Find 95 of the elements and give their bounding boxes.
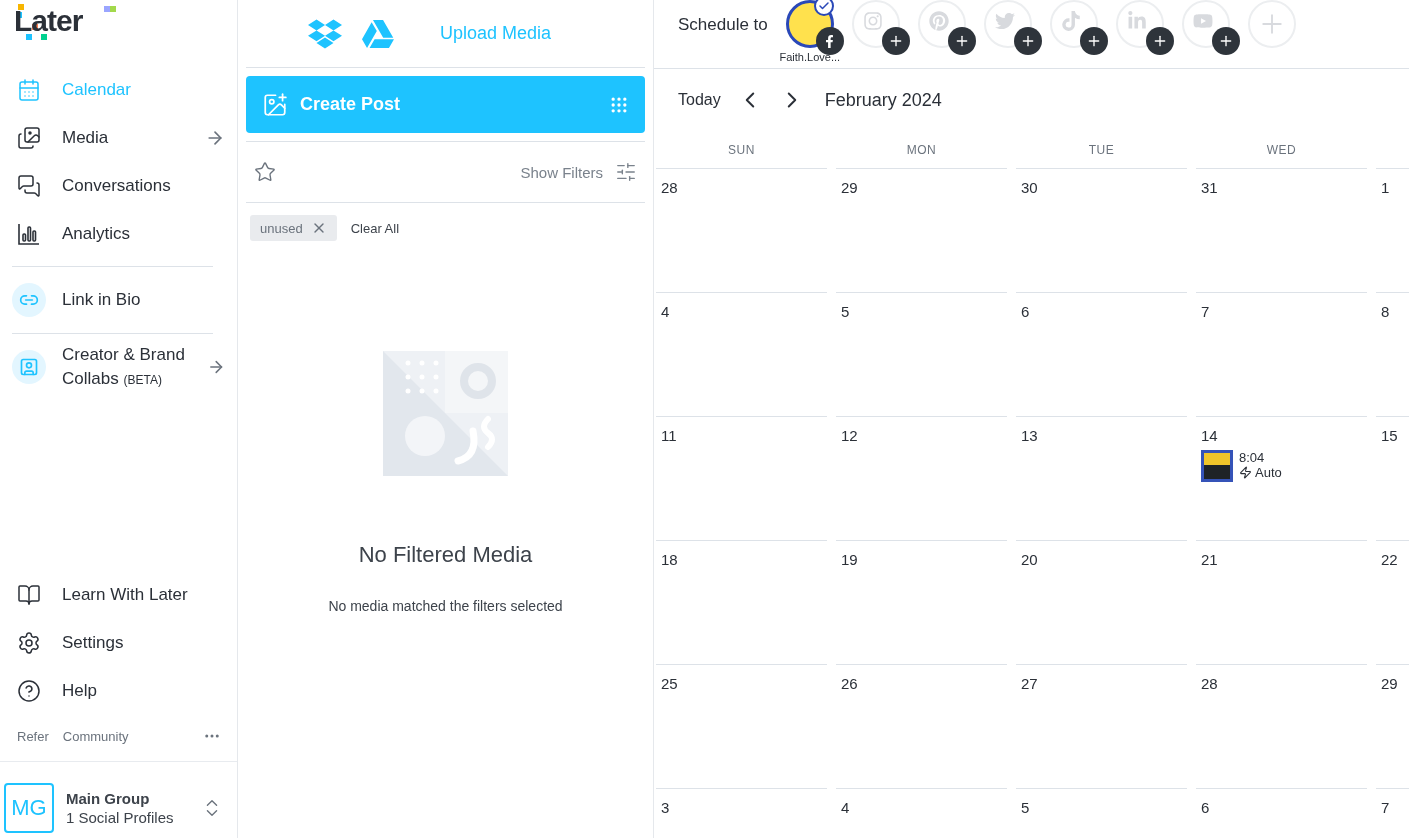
nav-item[interactable]: Link in Bio — [12, 275, 225, 325]
date-number: 13 — [1021, 427, 1038, 444]
month-title: February 2024 — [824, 89, 942, 111]
nav-icon — [16, 125, 42, 151]
post-thumbnail — [1201, 450, 1233, 482]
date-number: 12 — [841, 427, 858, 444]
weekday-label: MON — [906, 142, 937, 157]
youtube-profile-drawing[interactable] — [1181, 0, 1239, 56]
date-number: 22 — [1381, 551, 1398, 568]
plus-icon — [881, 27, 910, 55]
date-number: 30 — [1021, 179, 1038, 196]
date-number: 28 — [661, 179, 678, 196]
nav-icon — [16, 173, 42, 199]
feature-icon — [12, 283, 46, 317]
sliders-icon — [615, 161, 637, 183]
date-number: 20 — [1021, 551, 1038, 568]
date-number: 7 — [1201, 303, 1210, 320]
date-number: 26 — [841, 675, 858, 692]
plus-icon — [1013, 27, 1042, 55]
date-number: 6 — [1201, 799, 1210, 816]
tiktok-profile-drawing[interactable] — [1049, 0, 1107, 56]
instagram-icon — [862, 11, 883, 31]
nav-icon — [16, 678, 42, 704]
date-number: 31 — [1201, 179, 1218, 196]
show-filters-button[interactable]: Show Filters — [520, 161, 637, 183]
footer-link[interactable]: Refer — [17, 728, 49, 744]
date-number: 5 — [1021, 799, 1030, 816]
date-number: 15 — [1381, 427, 1398, 444]
date-number: 27 — [1021, 675, 1038, 692]
schedule-label: Schedule to — [678, 15, 768, 35]
date-number: 4 — [661, 303, 670, 320]
plus-icon — [1145, 27, 1174, 55]
today-button[interactable]: Today — [678, 91, 721, 109]
empty-message: No media matched the filters selected — [328, 598, 563, 614]
nav-item[interactable]: Conversations — [12, 162, 225, 210]
plus-icon — [1211, 27, 1240, 55]
tiktok-icon — [1060, 11, 1081, 31]
weekday-label: SUN — [728, 142, 755, 157]
nav-item[interactable]: Media — [12, 114, 225, 162]
nav-icon — [16, 630, 42, 656]
date-number: 29 — [1381, 675, 1398, 692]
feature-icon — [12, 350, 46, 384]
nav-label: Link in Bio — [62, 289, 142, 311]
weekday-label: TUE — [1088, 142, 1115, 157]
instagram-profile-drawing[interactable] — [851, 0, 909, 56]
date-number: 14 — [1201, 427, 1218, 444]
group-name: Main Group — [66, 790, 151, 807]
date-number: 11 — [661, 427, 677, 444]
footer-link[interactable]: Community — [62, 728, 129, 744]
date-number: 3 — [661, 799, 670, 816]
nav-item[interactable]: Learn With Later — [12, 571, 225, 619]
empty-title: No Filtered Media — [358, 542, 533, 568]
later-logo[interactable]: Later — [14, 4, 237, 42]
date-number: 21 — [1201, 551, 1218, 568]
linkedin-profile-drawing[interactable] — [1115, 0, 1173, 56]
date-number: 5 — [841, 303, 850, 320]
date-number: 6 — [1021, 303, 1030, 320]
profile-count: 1 Social Profiles — [66, 809, 174, 826]
filter-label: unused — [260, 220, 303, 236]
star-icon[interactable] — [254, 161, 276, 183]
pinterest-icon — [928, 11, 949, 31]
linkedin-icon — [1126, 11, 1147, 31]
twitter-icon — [994, 11, 1015, 31]
profile-name: Faith.Love... — [779, 51, 841, 63]
weekday-label: WED — [1266, 142, 1297, 157]
post-time: 8:04 — [1239, 450, 1266, 465]
nav-item[interactable]: Creator & Brand Collabs (BETA) — [12, 342, 225, 392]
date-number: 19 — [841, 551, 858, 568]
group-avatar: MG — [4, 783, 54, 833]
date-number: 18 — [661, 551, 678, 568]
date-number: 7 — [1381, 799, 1390, 816]
clear-all-link[interactable]: Clear All — [350, 220, 400, 236]
date-number: 28 — [1201, 675, 1218, 692]
nav-item[interactable]: Help — [12, 667, 225, 715]
pinterest-profile-drawing[interactable] — [917, 0, 975, 56]
date-number: 1 — [1381, 179, 1390, 196]
image-plus-icon — [262, 91, 288, 118]
date-number: 4 — [841, 799, 850, 816]
nav-icon — [16, 221, 42, 247]
twitter-profile-drawing[interactable] — [983, 0, 1041, 56]
nav-label: Creator & Brand Collabs (BETA) — [62, 343, 186, 390]
facebook-icon — [815, 27, 844, 55]
date-number: 25 — [661, 675, 678, 692]
post-mode: Auto — [1255, 465, 1282, 480]
nav-item[interactable]: Analytics — [12, 210, 225, 258]
scheduled-post[interactable]: 8:04 Auto — [1201, 450, 1367, 482]
lightning-icon — [1239, 466, 1252, 479]
youtube-icon — [1192, 11, 1213, 31]
date-number: 29 — [841, 179, 858, 196]
plus-icon — [1079, 27, 1108, 55]
nav-icon — [16, 77, 42, 103]
nav-icon — [16, 582, 42, 608]
date-number: 8 — [1381, 303, 1390, 320]
nav-item[interactable]: Settings — [12, 619, 225, 667]
plus-icon — [947, 27, 976, 55]
